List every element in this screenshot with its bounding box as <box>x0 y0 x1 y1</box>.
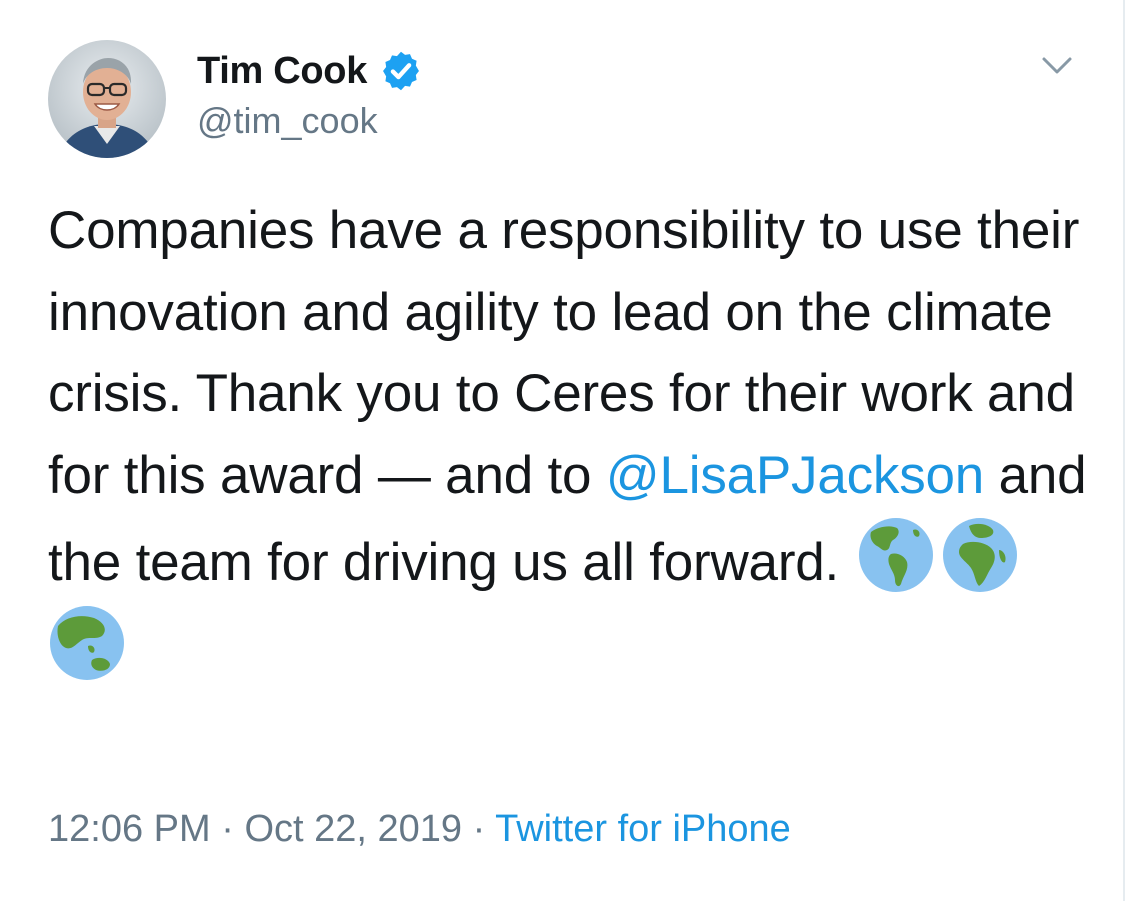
mention-link[interactable]: @LisaPJackson <box>606 446 984 505</box>
meta-separator: · <box>472 808 486 850</box>
globe-europe-africa-icon <box>941 516 1019 594</box>
tweet-source-link[interactable]: Twitter for iPhone <box>495 808 791 850</box>
tweet-meta: 12:06 PM · Oct 22, 2019 · Twitter for iP… <box>48 808 791 851</box>
tweet-date[interactable]: Oct 22, 2019 <box>244 808 462 850</box>
avatar[interactable] <box>48 40 166 158</box>
author-name-row: Tim Cook <box>197 46 423 96</box>
globe-americas-icon <box>857 516 935 594</box>
chevron-down-icon[interactable] <box>1040 50 1074 80</box>
verified-badge-icon <box>379 49 423 93</box>
meta-separator: · <box>221 808 234 850</box>
user-handle[interactable]: @tim_cook <box>197 100 378 142</box>
globe-asia-australia-icon <box>48 604 126 682</box>
display-name[interactable]: Tim Cook <box>197 50 367 93</box>
avatar-photo <box>48 40 166 158</box>
tweet-time[interactable]: 12:06 PM <box>48 808 211 850</box>
tweet-text: Companies have a responsibility to use t… <box>48 190 1108 691</box>
tweet-card: Tim Cook @tim_cook Companies have a resp… <box>0 0 1125 901</box>
